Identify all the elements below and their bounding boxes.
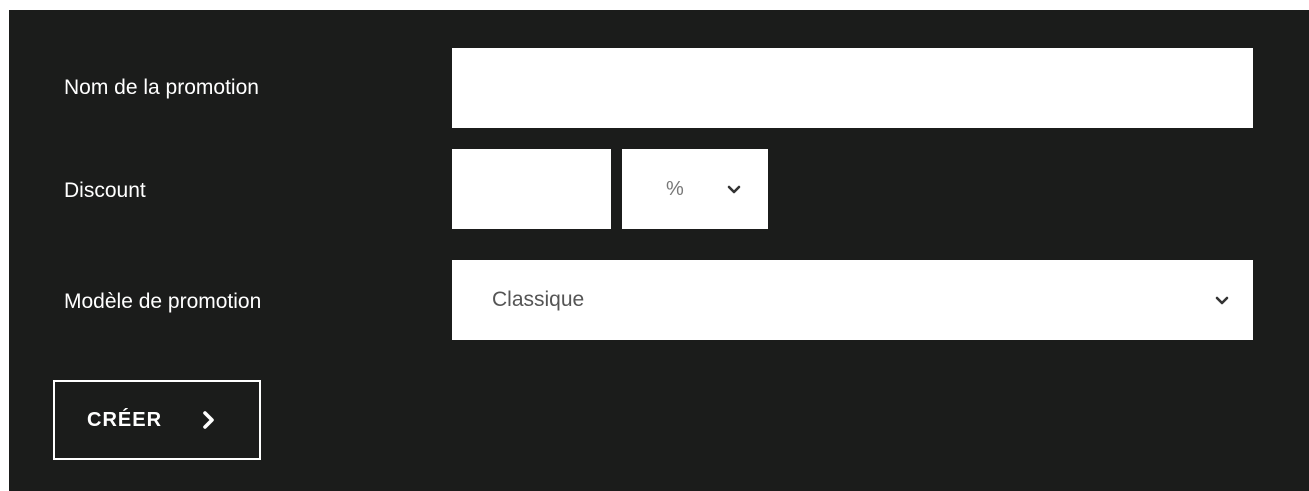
create-button[interactable]: CRÉER [53, 380, 261, 460]
discount-field-wrapper [452, 149, 611, 229]
chevron-right-icon [202, 411, 216, 429]
promotion-model-label: Modèle de promotion [64, 290, 262, 313]
chevron-down-icon [1214, 295, 1230, 307]
discount-label: Discount [64, 179, 146, 202]
promotion-name-label: Nom de la promotion [64, 76, 259, 99]
discount-unit-select[interactable]: % [622, 149, 768, 229]
promotion-model-select[interactable]: Classique [452, 260, 1253, 340]
discount-unit-value: % [666, 178, 684, 200]
promotion-form: Nom de la promotion Discount % Modèle de… [9, 10, 1309, 491]
chevron-down-icon [726, 184, 742, 196]
promotion-name-field-wrapper [452, 48, 1253, 128]
discount-input[interactable] [452, 149, 611, 229]
promotion-name-input[interactable] [452, 48, 1253, 128]
promotion-model-value: Classique [492, 288, 585, 311]
create-button-label: CRÉER [87, 409, 163, 431]
